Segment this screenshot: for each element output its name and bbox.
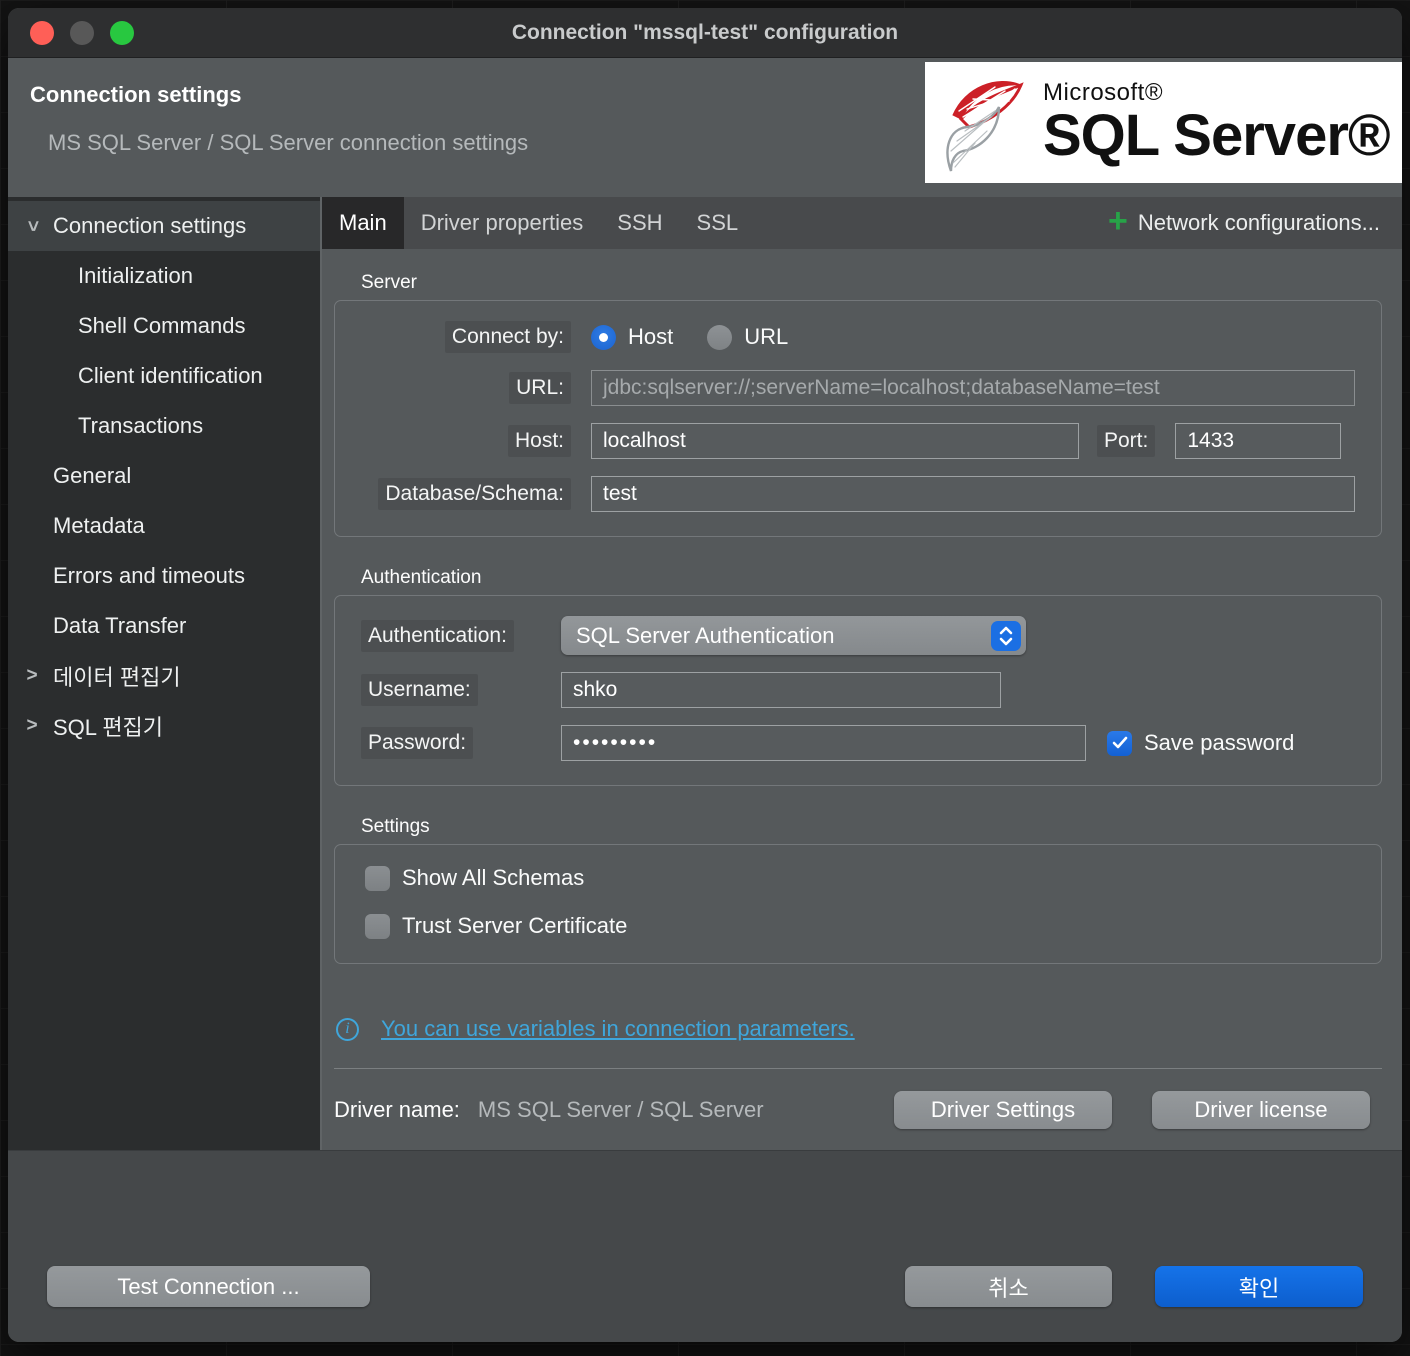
show-all-schemas-label: Show All Schemas (402, 865, 585, 890)
url-radio[interactable] (707, 324, 733, 350)
info-row: i You can use variables in connection pa… (336, 1016, 1382, 1042)
port-label: Port: (1097, 425, 1156, 457)
sidebar-item-sql-editor[interactable]: > SQL 편집기 (8, 701, 320, 751)
sidebar-item-initialization[interactable]: > Initialization (8, 251, 320, 301)
window-title: Connection "mssql-test" configuration (511, 20, 899, 44)
driver-name-value: MS SQL Server / SQL Server (477, 1097, 764, 1122)
settings-content: Main Driver properties SSH SSL + Network… (320, 197, 1402, 1150)
server-group-label: Server (361, 272, 417, 293)
sidebar-item-transactions[interactable]: > Transactions (8, 401, 320, 451)
settings-tree: > Connection settings > Initialization >… (8, 197, 320, 1150)
password-label: Password: (361, 727, 474, 759)
trust-server-certificate-label: Trust Server Certificate (402, 913, 628, 938)
sidebar-item-label: SQL 편집기 (53, 715, 164, 740)
show-all-schemas-checkbox[interactable] (365, 865, 390, 891)
network-configurations-label: Network configurations... (1137, 210, 1380, 235)
sidebar-item-shell-commands[interactable]: > Shell Commands (8, 301, 320, 351)
test-connection-button[interactable]: Test Connection ... (47, 1266, 370, 1307)
url-label: URL: (509, 372, 571, 404)
save-password-label: Save password (1144, 730, 1295, 755)
page-subtitle: MS SQL Server / SQL Server connection se… (48, 130, 529, 155)
sql-server-swoosh-icon (946, 80, 1024, 171)
sidebar-item-label: Errors and timeouts (53, 563, 245, 588)
sidebar-item-errors-and-timeouts[interactable]: > Errors and timeouts (8, 551, 320, 601)
host-radio[interactable] (591, 324, 616, 350)
sidebar-item-label: Initialization (78, 263, 193, 288)
chevron-down-icon[interactable]: > (21, 216, 43, 236)
sidebar-item-label: Data Transfer (53, 613, 187, 638)
plus-icon: + (1108, 202, 1128, 240)
connection-dialog: Connection "mssql-test" configuration Co… (8, 8, 1402, 1342)
host-label: Host: (507, 425, 571, 457)
host-radio-label: Host (628, 324, 674, 349)
database-schema-input[interactable]: test (591, 476, 1355, 512)
settings-group-box: Show All Schemas Trust Server Certificat… (334, 844, 1382, 964)
sidebar-item-data-editor[interactable]: > 데이터 편집기 (8, 651, 320, 701)
tab-ssh[interactable]: SSH (600, 197, 679, 249)
username-input[interactable]: shko (561, 672, 1001, 708)
authentication-selected-value: SQL Server Authentication (576, 622, 835, 648)
chevron-right-icon[interactable]: > (22, 665, 42, 687)
password-input[interactable]: ••••••••• (561, 725, 1086, 761)
page-title: Connection settings (30, 82, 242, 107)
connect-by-label: Connect by: (444, 321, 571, 353)
driver-license-button[interactable]: Driver license (1152, 1091, 1370, 1129)
info-icon: i (336, 1017, 359, 1041)
sidebar-item-client-identification[interactable]: > Client identification (8, 351, 320, 401)
trust-server-certificate-checkbox[interactable] (365, 913, 390, 939)
sidebar-item-general[interactable]: > General (8, 451, 320, 501)
network-configurations-button[interactable]: + Network configurations... (1108, 197, 1402, 249)
driver-name-label: Driver name: (334, 1097, 460, 1122)
ok-button[interactable]: 확인 (1155, 1266, 1363, 1307)
variables-help-link[interactable]: You can use variables in connection para… (381, 1016, 855, 1042)
main-tab-panel: Server Connect by: Host URL URL: jdbc:sq… (322, 249, 1402, 1150)
authentication-group-box: Authentication: SQL Server Authenticatio… (334, 595, 1382, 786)
sidebar-item-label: Connection settings (53, 213, 247, 238)
url-input: jdbc:sqlserver://;serverName=localhost;d… (591, 370, 1355, 406)
url-radio-label: URL (744, 324, 789, 349)
sidebar-item-label: Shell Commands (78, 313, 246, 338)
dialog-body: > Connection settings > Initialization >… (8, 197, 1402, 1150)
sidebar-item-data-transfer[interactable]: > Data Transfer (8, 601, 320, 651)
sidebar-item-label: General (53, 463, 132, 488)
server-group-box: Connect by: Host URL URL: jdbc:sqlserver… (334, 300, 1382, 537)
logo-brand: Microsoft® (1043, 78, 1164, 106)
sidebar-item-label: Metadata (53, 513, 145, 538)
tab-bar: Main Driver properties SSH SSL + Network… (322, 197, 1402, 249)
sidebar-item-label: Client identification (78, 363, 263, 388)
dropdown-stepper-icon (991, 620, 1021, 651)
sidebar-item-label: Transactions (78, 413, 204, 438)
content-divider (334, 1068, 1382, 1069)
dialog-header: Connection settings MS SQL Server / SQL … (8, 58, 1402, 197)
tab-ssl[interactable]: SSL (680, 197, 756, 249)
sql-server-logo: Microsoft® SQL Server® (925, 62, 1402, 183)
tab-main[interactable]: Main (322, 197, 404, 249)
logo-product: SQL Server® (1043, 102, 1391, 168)
authentication-label: Authentication: (361, 619, 514, 652)
sidebar-item-metadata[interactable]: > Metadata (8, 501, 320, 551)
sql-server-logo-text: Microsoft® SQL Server® (1043, 78, 1391, 168)
host-input[interactable]: localhost (591, 423, 1079, 459)
cancel-button[interactable]: 취소 (905, 1266, 1112, 1307)
settings-group-label: Settings (361, 816, 430, 837)
authentication-group-label: Authentication (361, 567, 482, 588)
save-password-checkbox[interactable] (1107, 730, 1132, 756)
username-label: Username: (361, 674, 478, 706)
sidebar-item-connection-settings[interactable]: > Connection settings (8, 201, 320, 251)
port-input[interactable]: 1433 (1175, 423, 1342, 459)
tab-driver-properties[interactable]: Driver properties (404, 197, 601, 249)
database-schema-label: Database/Schema: (378, 478, 571, 510)
dialog-footer: Test Connection ... 취소 확인 (8, 1150, 1402, 1342)
chevron-right-icon[interactable]: > (22, 715, 42, 737)
title-bar: Connection "mssql-test" configuration (8, 8, 1402, 58)
driver-settings-button[interactable]: Driver Settings (894, 1091, 1112, 1129)
driver-row: Driver name: MS SQL Server / SQL Server … (334, 1091, 1382, 1129)
authentication-select[interactable]: SQL Server Authentication (561, 616, 1026, 655)
sidebar-item-label: 데이터 편집기 (53, 665, 181, 690)
